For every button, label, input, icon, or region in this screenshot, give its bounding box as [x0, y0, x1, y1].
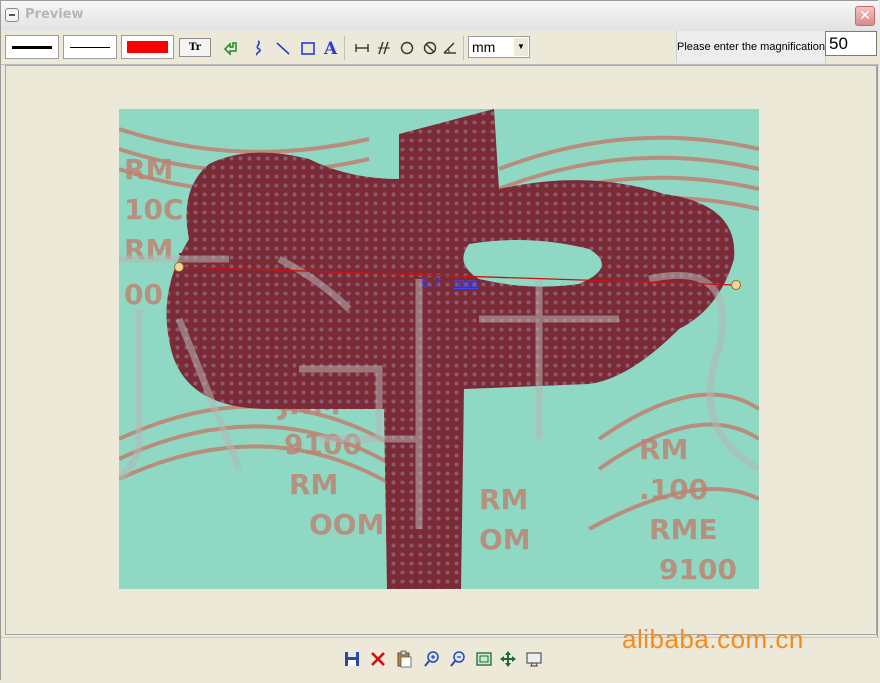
length-measure-icon[interactable] [353, 39, 371, 57]
rectangle-icon[interactable] [299, 39, 317, 57]
measurement-unit: mm [453, 276, 479, 291]
svg-text:A: A [323, 39, 338, 57]
toolbar-separator [463, 36, 464, 60]
save-icon[interactable] [343, 650, 361, 668]
microscope-image[interactable]: RM 10C RM 00 JNM 9100 RM OOM RM .100 RME… [119, 109, 759, 589]
svg-text:OOM: OOM [309, 508, 384, 541]
unit-select[interactable]: mm ▼ [468, 36, 530, 58]
svg-text:RM: RM [124, 153, 173, 186]
svg-text:00: 00 [124, 278, 163, 311]
zoom-in-icon[interactable] [423, 650, 441, 668]
svg-text:RM: RM [639, 433, 688, 466]
line-color-picker[interactable] [121, 35, 174, 59]
site-watermark: alibaba.com.cn [622, 624, 804, 654]
preview-window: Preview ✕ Tr A mm ▼ Please enter the mag… [0, 0, 879, 682]
svg-text:10C: 10C [124, 193, 184, 226]
chevron-down-icon[interactable]: ▼ [514, 38, 528, 56]
pan-move-icon[interactable] [499, 650, 517, 668]
toolbar-separator [344, 36, 345, 60]
text-style-button[interactable]: Tr [179, 38, 211, 57]
text-tool-icon[interactable]: A [322, 39, 340, 57]
svg-text:RM: RM [289, 468, 338, 501]
svg-text:OM: OM [479, 523, 531, 556]
unit-select-value: mm [472, 39, 496, 55]
freehand-curve-icon[interactable] [249, 39, 267, 57]
measurement-label: 6.7 mm [421, 276, 478, 291]
magnification-input[interactable]: 50 [825, 31, 877, 56]
paste-icon[interactable] [395, 650, 413, 668]
straight-line-icon[interactable] [274, 39, 292, 57]
svg-text:9100: 9100 [284, 428, 362, 461]
angle-measure-icon[interactable] [441, 39, 459, 57]
fit-to-window-icon[interactable] [475, 650, 493, 668]
close-button[interactable]: ✕ [855, 6, 875, 26]
svg-text:9100: 9100 [659, 553, 737, 586]
diameter-measure-icon[interactable] [421, 39, 439, 57]
svg-text:RME: RME [649, 513, 718, 546]
system-menu-icon[interactable] [5, 8, 19, 22]
circle-measure-icon[interactable] [398, 39, 416, 57]
zoom-out-icon[interactable] [449, 650, 467, 668]
line-thick-button[interactable] [5, 35, 59, 59]
measurement-value: 6.7 [421, 276, 442, 291]
parallel-measure-icon[interactable] [375, 39, 393, 57]
magnification-label: Please enter the magnification [676, 31, 826, 63]
line-thin-button[interactable] [63, 35, 117, 59]
window-title: Preview [25, 7, 84, 22]
svg-text:RM: RM [479, 483, 528, 516]
title-bar: Preview ✕ [1, 1, 879, 32]
delete-icon[interactable] [369, 650, 387, 668]
screen-capture-icon[interactable] [525, 650, 543, 668]
svg-text:.100: .100 [639, 473, 708, 506]
undo-arrow-icon[interactable] [223, 39, 241, 57]
